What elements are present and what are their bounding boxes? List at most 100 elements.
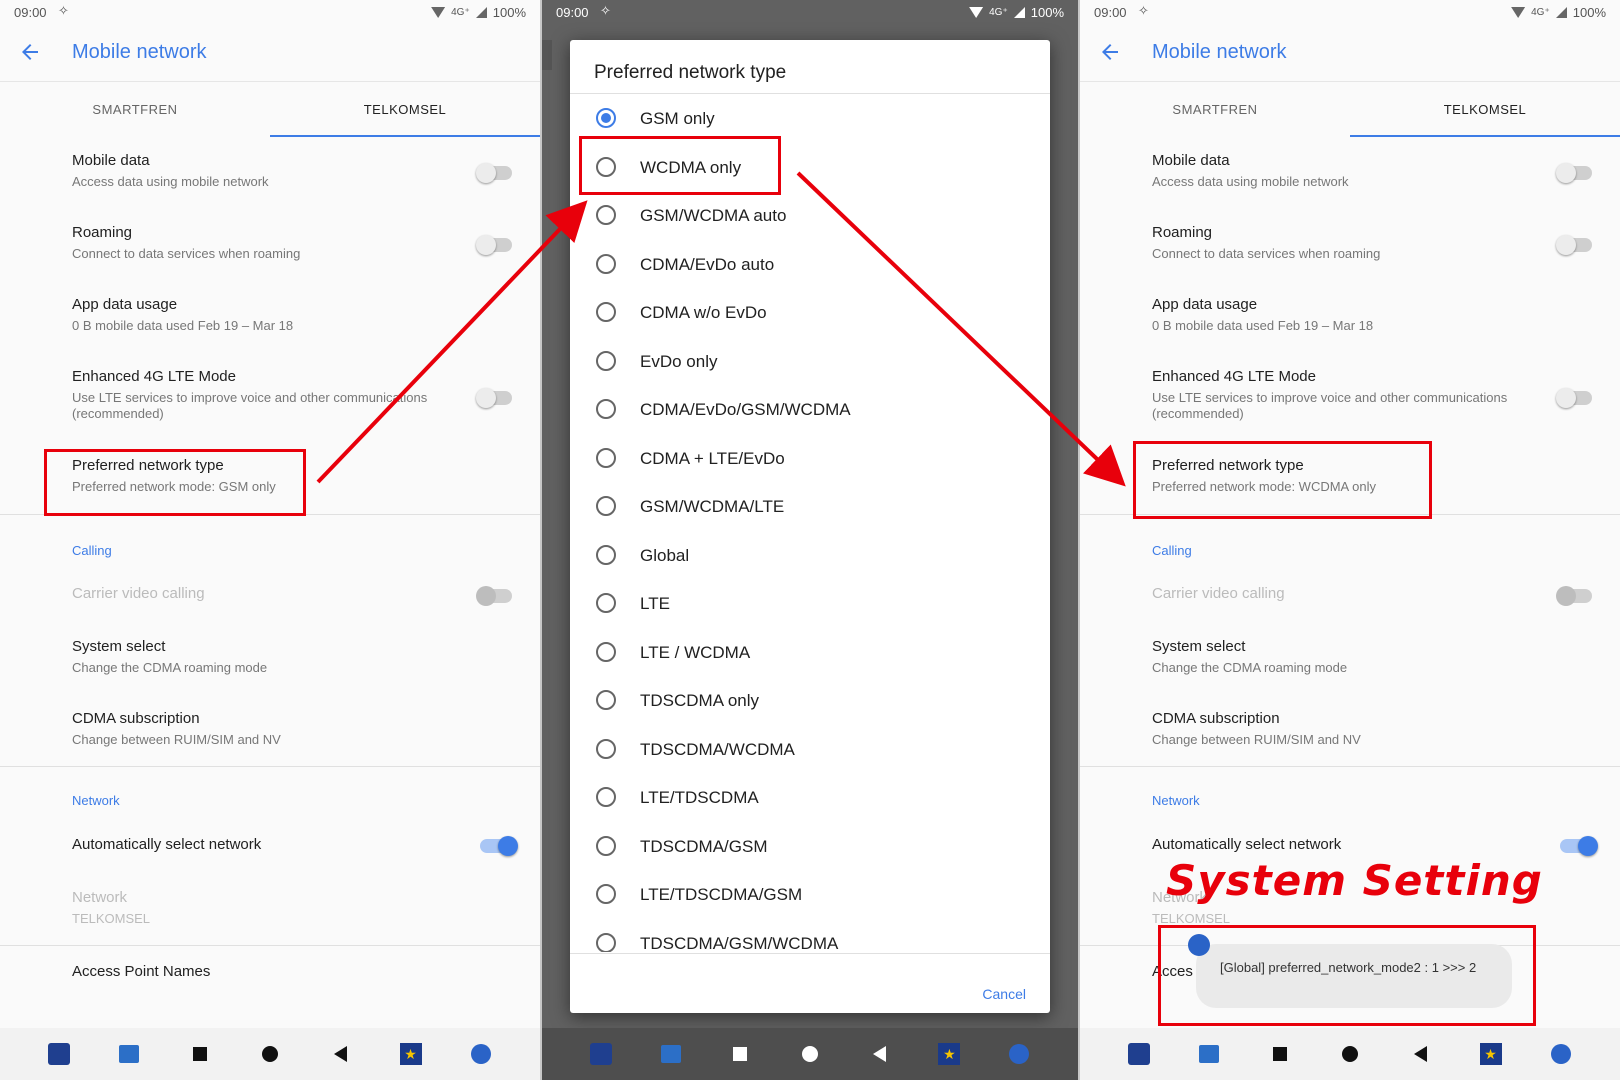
radio-unchecked-icon[interactable] [596, 835, 616, 856]
row-summary: Change between RUIM/SIM and NV [72, 732, 281, 747]
radio-unchecked-icon[interactable] [596, 350, 616, 371]
home-button[interactable] [259, 1043, 281, 1065]
option-label: LTE / WCDMA [640, 642, 751, 662]
network-type-option[interactable]: LTE [570, 581, 1050, 629]
dimmed-background [542, 40, 552, 70]
network-type-option[interactable]: Global [570, 533, 1050, 581]
tab-smartfren[interactable]: SMARTFREN [0, 83, 270, 137]
network-type-option[interactable]: LTE / WCDMA [570, 630, 1050, 678]
back-button[interactable] [329, 1043, 351, 1065]
app-shortcut-icon[interactable] [118, 1043, 140, 1065]
enhanced-lte-row[interactable]: Enhanced 4G LTE Mode Use LTE services to… [72, 368, 452, 422]
app-shortcut-icon[interactable]: ★ [1479, 1043, 1502, 1065]
network-type-option[interactable]: TDSCDMA/GSM/WCDMA [570, 921, 1050, 952]
home-button[interactable] [1339, 1043, 1361, 1065]
cdma-subscription-row[interactable]: CDMA subscription Change between RUIM/SI… [72, 710, 520, 748]
app-bar: Mobile network [1080, 26, 1620, 82]
home-button[interactable] [799, 1043, 821, 1065]
cdma-subscription-row[interactable]: CDMA subscription Change between RUIM/SI… [1152, 710, 1600, 748]
roaming-row[interactable]: Roaming Connect to data services when ro… [1152, 224, 1600, 262]
app-shortcut-icon[interactable] [470, 1043, 492, 1065]
composite-screenshot: 09:00 ✧ 4G⁺ 100% Mobile network SMARTFRE… [0, 0, 1620, 1080]
back-button[interactable] [1409, 1043, 1431, 1065]
mobile-data-row[interactable]: Mobile data Access data using mobile net… [1152, 152, 1600, 190]
network-type-option[interactable]: LTE/TDSCDMA [570, 775, 1050, 823]
roaming-toggle[interactable] [1556, 235, 1592, 255]
row-title: Access Point Names [72, 963, 211, 980]
auto-select-toggle[interactable] [1560, 836, 1598, 856]
back-arrow-icon[interactable] [18, 40, 42, 64]
radio-unchecked-icon[interactable] [596, 787, 616, 807]
network-type-option[interactable]: TDSCDMA/GSM [570, 824, 1050, 872]
network-type-option[interactable]: TDSCDMA only [570, 678, 1050, 726]
app-shortcut-icon[interactable] [48, 1043, 71, 1065]
status-bar: 09:00 ✧ 4G⁺ 100% [0, 0, 540, 26]
network-type-option[interactable]: GSM/WCDMA/LTE [570, 484, 1050, 532]
system-select-row[interactable]: System select Change the CDMA roaming mo… [72, 638, 520, 676]
app-shortcut-icon[interactable] [660, 1043, 682, 1065]
navigation-bar: ★ [0, 1028, 540, 1080]
radio-unchecked-icon[interactable] [596, 447, 616, 468]
back-arrow-icon[interactable] [1098, 40, 1122, 64]
radio-unchecked-icon[interactable] [596, 302, 616, 322]
roaming-toggle[interactable] [476, 235, 512, 255]
cancel-button[interactable]: Cancel [982, 986, 1026, 1002]
mobile-data-toggle[interactable] [1556, 163, 1592, 183]
row-summary: Use LTE services to improve voice and ot… [72, 390, 428, 421]
row-title: Automatically select network [72, 836, 262, 853]
radio-unchecked-icon[interactable] [596, 884, 616, 904]
tab-telkomsel[interactable]: TELKOMSEL [270, 83, 540, 137]
app-data-usage-row[interactable]: App data usage 0 B mobile data used Feb … [72, 296, 520, 334]
network-type-option[interactable]: TDSCDMA/WCDMA [570, 727, 1050, 775]
auto-select-network-row[interactable]: Automatically select network [72, 836, 520, 853]
app-shortcut-icon[interactable]: ★ [399, 1043, 422, 1065]
network-indicator: 4G⁺ [1531, 7, 1550, 18]
enhanced-lte-toggle[interactable] [1556, 388, 1592, 408]
app-shortcut-icon[interactable] [1128, 1043, 1151, 1065]
enhanced-lte-row[interactable]: Enhanced 4G LTE Mode Use LTE services to… [1152, 368, 1532, 422]
radio-unchecked-icon[interactable] [596, 544, 616, 565]
back-button[interactable] [869, 1043, 891, 1065]
radio-unchecked-icon[interactable] [596, 253, 616, 274]
dialog-title: Preferred network type [594, 62, 787, 83]
row-summary: Change between RUIM/SIM and NV [1152, 732, 1361, 747]
system-select-row[interactable]: System select Change the CDMA roaming mo… [1152, 638, 1600, 676]
network-type-option[interactable]: EvDo only [570, 339, 1050, 387]
tab-smartfren[interactable]: SMARTFREN [1080, 83, 1350, 137]
network-type-option[interactable]: CDMA/EvDo auto [570, 242, 1050, 290]
access-point-names-row[interactable]: Access Point Names [72, 963, 520, 980]
option-label: CDMA w/o EvDo [640, 303, 767, 322]
app-data-usage-row[interactable]: App data usage 0 B mobile data used Feb … [1152, 296, 1600, 334]
network-type-option[interactable]: CDMA/EvDo/GSM/WCDMA [570, 387, 1050, 435]
mobile-data-row[interactable]: Mobile data Access data using mobile net… [72, 152, 520, 190]
mobile-data-toggle[interactable] [476, 163, 512, 183]
network-type-option[interactable]: CDMA + LTE/EvDo [570, 436, 1050, 484]
radio-unchecked-icon[interactable] [596, 496, 616, 516]
auto-select-network-row[interactable]: Automatically select network [1152, 836, 1600, 853]
network-type-option[interactable]: GSM/WCDMA auto [570, 193, 1050, 241]
radio-unchecked-icon[interactable] [596, 690, 616, 710]
radio-checked-icon[interactable] [596, 108, 616, 128]
network-type-option[interactable]: CDMA w/o EvDo [570, 290, 1050, 338]
radio-unchecked-icon[interactable] [596, 593, 616, 613]
recents-button[interactable] [189, 1043, 211, 1065]
app-shortcut-icon[interactable]: ★ [938, 1043, 961, 1065]
option-label: EvDo only [640, 351, 718, 371]
radio-unchecked-icon[interactable] [596, 738, 616, 759]
network-type-option[interactable]: LTE/TDSCDMA/GSM [570, 872, 1050, 920]
app-shortcut-icon[interactable] [589, 1043, 612, 1065]
auto-select-toggle[interactable] [480, 836, 518, 856]
row-summary: 0 B mobile data used Feb 19 – Mar 18 [72, 318, 294, 333]
enhanced-lte-toggle[interactable] [476, 388, 512, 408]
tab-telkomsel[interactable]: TELKOMSEL [1350, 83, 1620, 137]
radio-unchecked-icon[interactable] [596, 205, 616, 225]
recents-button[interactable] [1269, 1043, 1291, 1065]
app-shortcut-icon[interactable] [1198, 1043, 1220, 1065]
app-shortcut-icon[interactable] [1550, 1043, 1572, 1065]
radio-unchecked-icon[interactable] [596, 399, 616, 419]
roaming-row[interactable]: Roaming Connect to data services when ro… [72, 224, 520, 262]
radio-unchecked-icon[interactable] [596, 932, 616, 952]
radio-unchecked-icon[interactable] [596, 641, 616, 662]
app-shortcut-icon[interactable] [1008, 1043, 1030, 1065]
recents-button[interactable] [729, 1043, 751, 1065]
